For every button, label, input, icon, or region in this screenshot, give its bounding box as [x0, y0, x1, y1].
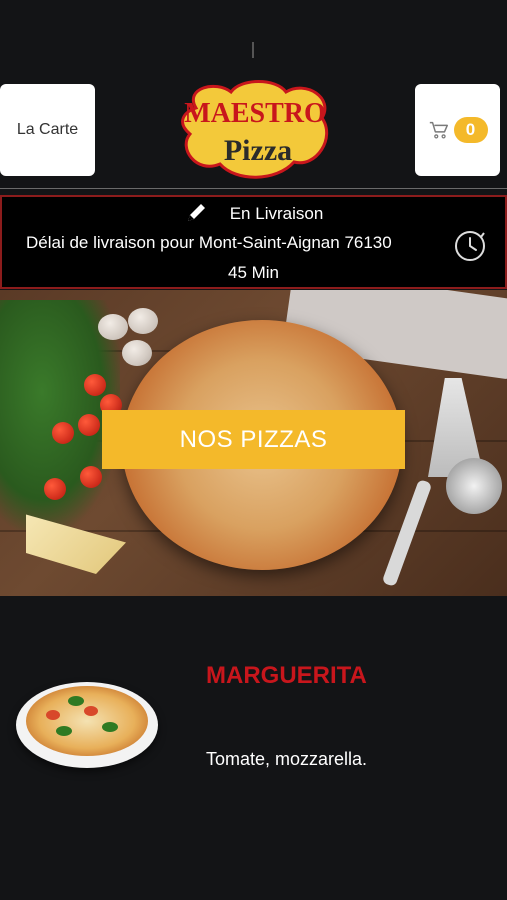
status-bar-indicator [252, 42, 254, 58]
la-carte-label: La Carte [16, 121, 79, 138]
tomato-image [52, 422, 74, 444]
maestro-pizza-logo: MAESTRO Pizza [181, 80, 329, 179]
logo-pizza-text: Pizza [224, 134, 292, 167]
cart-count-badge: 0 [453, 117, 488, 143]
la-carte-button[interactable]: La Carte [0, 84, 95, 176]
cart-icon [429, 121, 448, 139]
basil-leaf [56, 726, 72, 736]
tomato-image [78, 414, 100, 436]
mushroom-image [122, 340, 152, 366]
mushroom-image [128, 308, 158, 334]
mushroom-image [98, 314, 128, 340]
tomato-image [80, 466, 102, 488]
product-image[interactable] [16, 682, 158, 768]
sauce-spot [46, 710, 60, 720]
product-description: Tomate, mozzarella. [206, 749, 368, 769]
header-divider [0, 188, 507, 189]
marguerita-pizza-image [26, 686, 148, 756]
cart-button[interactable]: 0 [415, 84, 500, 176]
product-name[interactable]: MARGUERITA [206, 662, 367, 690]
clock-icon [455, 231, 485, 261]
pencil-icon[interactable] [184, 203, 210, 225]
delivery-info-banner[interactable]: En Livraison Délai de livraison pour Mon… [0, 195, 507, 289]
basil-leaf [68, 696, 84, 706]
basil-leaf [102, 722, 118, 732]
tomato-image [44, 478, 66, 500]
delivery-mode-label: En Livraison [229, 204, 324, 223]
nos-pizzas-button[interactable]: NOS PIZZAS [102, 410, 405, 469]
delivery-delay-text: Délai de livraison pour Mont-Saint-Aigna… [26, 233, 392, 252]
pizza-cutter-image [446, 458, 502, 514]
product-card[interactable]: MARGUERITA Tomate, mozzarella. [0, 596, 507, 900]
logo-maestro-text: MAESTRO [184, 98, 326, 129]
tomato-image [84, 374, 106, 396]
delivery-duration: 45 Min [227, 263, 280, 282]
top-header: La Carte MAESTRO Pizza 0 [0, 80, 507, 179]
sauce-spot [84, 706, 98, 716]
hero-banner: NOS PIZZAS [0, 290, 507, 596]
